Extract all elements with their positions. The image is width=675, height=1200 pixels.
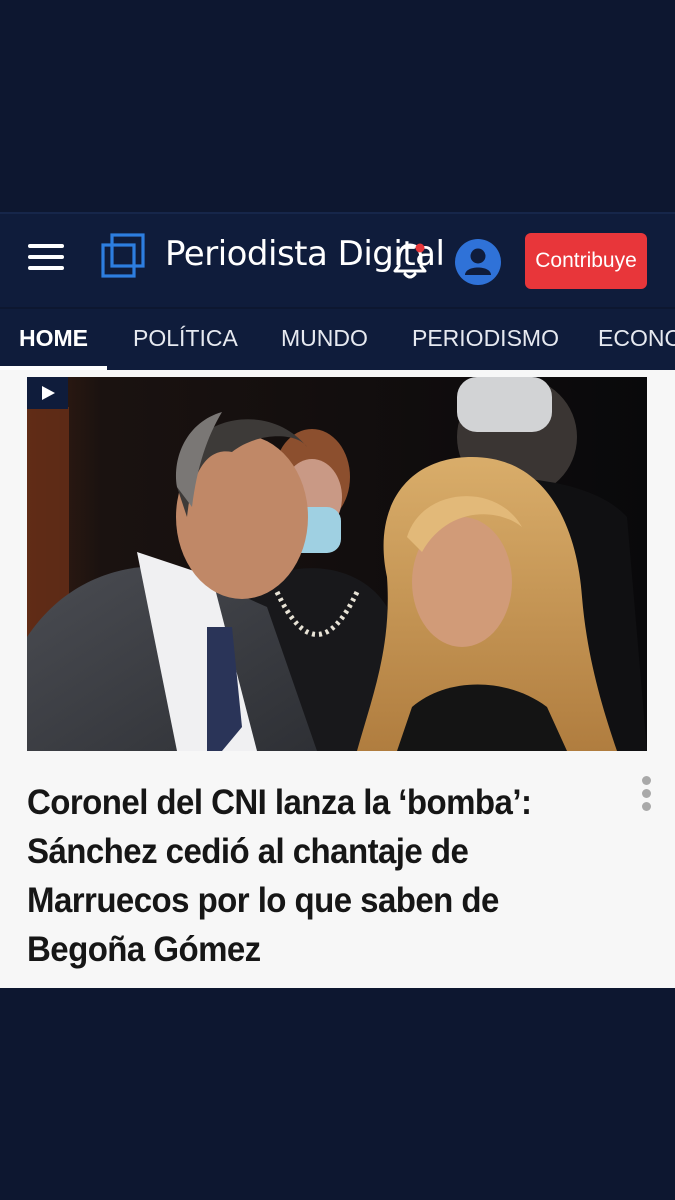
- bell-icon[interactable]: [390, 240, 430, 282]
- user-icon: [465, 248, 491, 275]
- article-card: Coronel del CNI lanza la ‘bomba’: Sánche…: [0, 370, 675, 988]
- article-image[interactable]: [27, 377, 647, 751]
- tab-home[interactable]: HOME: [19, 309, 88, 370]
- tab-politica[interactable]: POLÍTICA: [133, 309, 238, 370]
- article-headline[interactable]: Coronel del CNI lanza la ‘bomba’: Sánche…: [27, 778, 566, 974]
- hamburger-menu-icon[interactable]: [26, 240, 66, 274]
- tab-mundo[interactable]: MUNDO: [281, 309, 368, 370]
- article-photo: [27, 377, 647, 751]
- tab-economia[interactable]: ECONO: [598, 309, 675, 370]
- tab-periodismo[interactable]: PERIODISMO: [412, 309, 559, 370]
- play-icon: [42, 386, 55, 400]
- contribute-button[interactable]: Contribuye: [525, 233, 647, 289]
- more-vertical-icon[interactable]: [636, 774, 658, 814]
- section-nav: HOME POLÍTICA MUNDO PERIODISMO ECONO: [0, 309, 675, 370]
- user-account-button[interactable]: [455, 239, 501, 285]
- site-header: Periodista Digital Contribuye: [0, 212, 675, 307]
- video-badge[interactable]: [27, 377, 68, 409]
- logo-mark-icon[interactable]: [99, 232, 147, 280]
